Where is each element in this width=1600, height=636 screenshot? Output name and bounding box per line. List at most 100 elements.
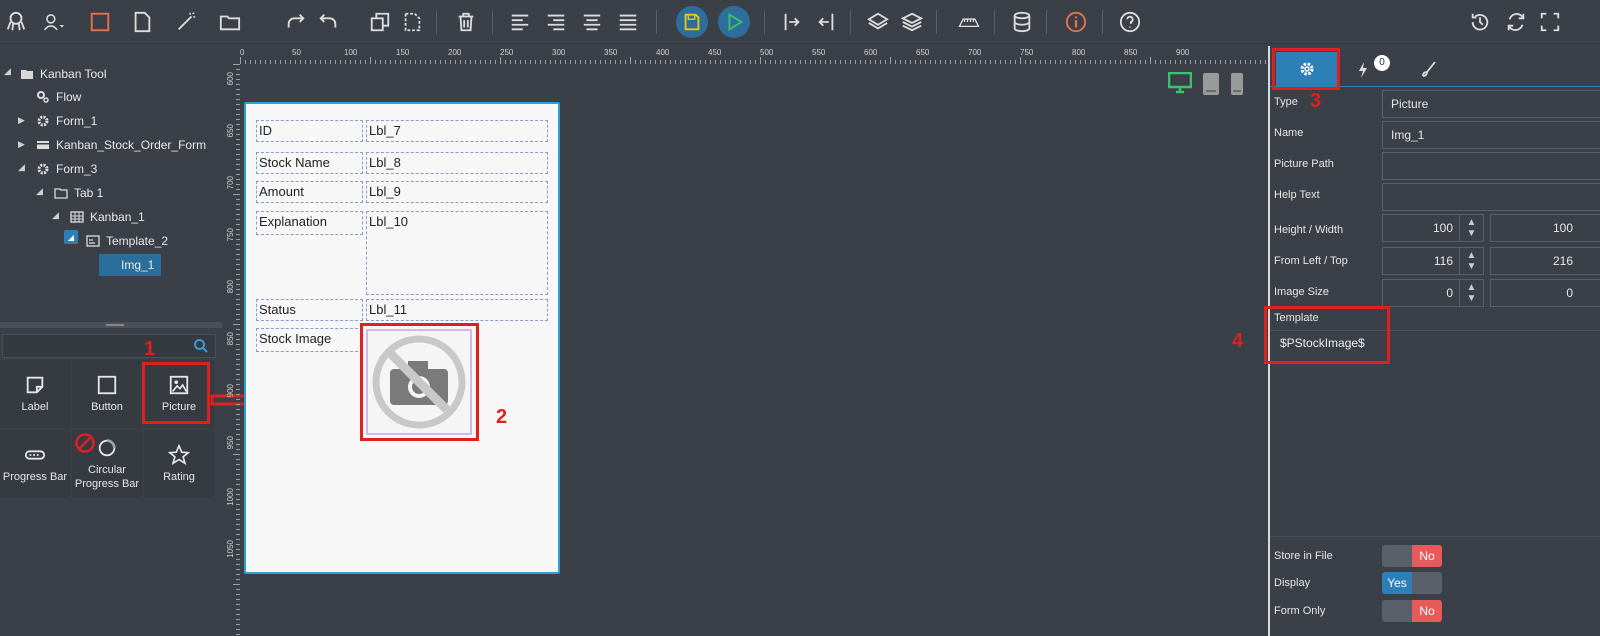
tablet-view-icon[interactable] (1202, 72, 1220, 99)
size-stepper-icon[interactable]: ▲ ▼ (1459, 280, 1483, 306)
component-label[interactable]: Label (0, 360, 70, 428)
tree-node-kanban-1[interactable]: Kanban_1 (70, 207, 145, 227)
help-text-field[interactable] (1382, 183, 1600, 211)
align-justify-icon[interactable] (614, 8, 642, 36)
collapse-caret-icon[interactable]: ◢ (64, 230, 78, 244)
from-top-field[interactable]: 216 (1490, 247, 1600, 275)
user-menu-icon[interactable] (36, 8, 72, 36)
store-in-file-toggle[interactable]: No (1382, 545, 1442, 567)
history-icon[interactable] (1466, 8, 1494, 36)
component-button[interactable]: Button (72, 360, 142, 428)
magic-wand-icon[interactable] (172, 8, 200, 36)
image-size-field-1[interactable]: 0 ▲ ▼ (1382, 279, 1484, 307)
left-stepper-icon[interactable]: ▲ ▼ (1459, 248, 1483, 274)
tree-node-flow[interactable]: Flow (36, 87, 81, 107)
move-left-icon[interactable] (812, 8, 840, 36)
tab-style[interactable] (1420, 60, 1438, 81)
ruler-tick (1030, 60, 1031, 64)
ruler-tick (410, 60, 411, 64)
ruler-tick (895, 60, 896, 64)
picture-path-field[interactable] (1382, 152, 1600, 180)
info-icon[interactable] (1062, 8, 1090, 36)
left-top-label: From Left / Top (1274, 255, 1348, 267)
form-label-amount[interactable]: Amount (256, 181, 363, 203)
form-value-id[interactable]: Lbl_7 (366, 120, 548, 142)
ruler-tick (236, 464, 240, 465)
width-field[interactable]: 100 (1490, 214, 1600, 242)
panel-splitter[interactable] (0, 322, 222, 328)
form-label-stock-image[interactable]: Stock Image (256, 328, 363, 352)
ruler-tick (650, 60, 651, 64)
refresh-icon[interactable] (1502, 8, 1530, 36)
run-icon[interactable] (718, 6, 750, 38)
form-only-value: No (1412, 600, 1442, 622)
from-left-field[interactable]: 116 ▲ ▼ (1382, 247, 1484, 275)
form-label-stock-name[interactable]: Stock Name (256, 152, 363, 174)
ruler-tick (236, 234, 240, 235)
tree-node-tab-1[interactable]: Tab 1 (54, 183, 103, 203)
form-value-explanation[interactable]: Lbl_10 (366, 211, 548, 295)
name-field[interactable]: Img_1 (1382, 121, 1600, 149)
form-label-explanation[interactable]: Explanation (256, 211, 363, 235)
help-icon[interactable] (1116, 8, 1144, 36)
tree-node-kanban-stock-order-form[interactable]: Kanban_Stock_Order_Form (36, 135, 206, 155)
tree-node-form-3[interactable]: Form_3 (36, 159, 97, 179)
tab-events[interactable]: 0 (1356, 55, 1396, 82)
move-right-icon[interactable] (778, 8, 806, 36)
display-toggle[interactable]: Yes (1382, 572, 1442, 594)
redo-icon[interactable] (282, 8, 310, 36)
collapse-caret-icon[interactable]: ◢ (18, 162, 28, 172)
paste-icon[interactable] (398, 8, 426, 36)
component-progress-bar[interactable]: Progress Bar (0, 430, 70, 498)
collapse-caret-icon[interactable]: ◢ (52, 210, 62, 220)
form-only-toggle[interactable]: No (1382, 600, 1442, 622)
component-rating[interactable]: Rating (144, 430, 214, 498)
disabled-icon (74, 432, 96, 458)
form-label-id[interactable]: ID (256, 120, 363, 142)
undo-icon[interactable] (314, 8, 342, 36)
fullscreen-icon[interactable] (1536, 8, 1564, 36)
form-value-status[interactable]: Lbl_11 (366, 299, 548, 321)
ruler-tick (236, 619, 240, 620)
form-label-status[interactable]: Status (256, 299, 363, 321)
height-field[interactable]: 100 ▲ ▼ (1382, 214, 1484, 242)
height-stepper-icon[interactable]: ▲ ▼ (1459, 215, 1483, 241)
tree-node-form-1[interactable]: Form_1 (36, 111, 97, 131)
component-search-input[interactable] (2, 334, 216, 358)
align-right-icon[interactable] (542, 8, 570, 36)
layers-icon[interactable] (864, 8, 892, 36)
align-left-icon[interactable] (506, 8, 534, 36)
form-value-stock-name[interactable]: Lbl_8 (366, 152, 548, 174)
tree-node-label: Img_1 (121, 258, 155, 272)
mobile-view-icon[interactable] (1230, 72, 1244, 99)
ruler-icon[interactable] (952, 8, 986, 36)
ruler-tick (615, 60, 616, 64)
tree-node-img-1[interactable]: Img_1 (99, 254, 161, 276)
collapse-caret-icon[interactable]: ◢ (36, 186, 46, 196)
component-circular-progress-bar[interactable]: Circular Progress Bar (72, 430, 142, 498)
open-folder-icon[interactable] (216, 8, 244, 36)
layers-alt-icon[interactable] (898, 8, 926, 36)
expand-caret-icon[interactable]: ▶ (18, 115, 28, 125)
new-page-icon[interactable] (128, 8, 156, 36)
ruler-tick (236, 624, 240, 625)
desktop-view-icon[interactable] (1167, 71, 1193, 97)
database-icon[interactable] (1008, 8, 1036, 36)
save-icon[interactable] (676, 6, 708, 38)
form-value-amount[interactable]: Lbl_9 (366, 181, 548, 203)
tree-node-kanban-tool[interactable]: Kanban Tool (20, 64, 107, 84)
tree-node-template-2[interactable]: Template_2 (86, 231, 168, 251)
image-size-field-2[interactable]: 0 (1490, 279, 1600, 307)
expand-caret-icon[interactable]: ▶ (18, 139, 28, 149)
ruler-tick (810, 60, 811, 64)
ruler-tick (675, 60, 676, 64)
ruler-tick (415, 60, 416, 64)
copy-icon[interactable] (366, 8, 394, 36)
align-center-icon[interactable] (578, 8, 606, 36)
ruler-tick (350, 60, 351, 64)
delete-icon[interactable] (452, 8, 480, 36)
new-form-icon[interactable] (86, 8, 114, 36)
ruler-tick (495, 60, 496, 64)
collapse-caret-icon[interactable]: ◢ (4, 66, 14, 76)
type-field[interactable]: Picture (1382, 90, 1600, 118)
